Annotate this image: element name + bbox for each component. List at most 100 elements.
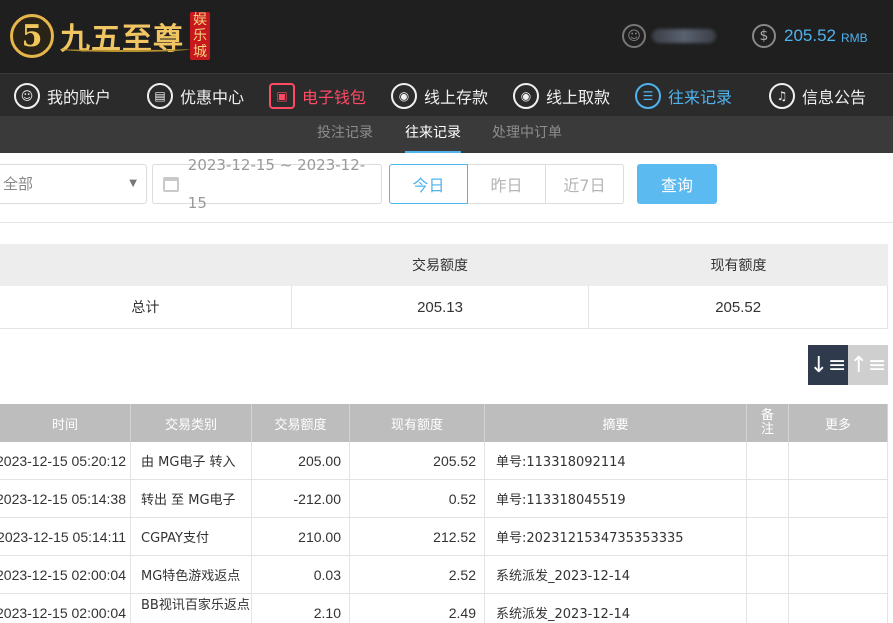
site-logo[interactable]: 5 九五至尊 娱 乐 城 [10, 8, 210, 64]
table-row[interactable]: 2023-12-15 05:14:11 CGPAY支付 210.00 212.5… [0, 518, 888, 556]
cell-amount: 2.10 [252, 594, 350, 623]
summary-header: 交易额度 现有额度 [0, 244, 888, 286]
nav-item-my-account[interactable]: ☺ 我的账户 [14, 74, 111, 117]
sort-descending-button[interactable]: ↓≡ [808, 345, 848, 385]
cell-summary: 系统派发_2023-12-14 [485, 556, 747, 593]
query-button[interactable]: 查询 [637, 164, 717, 204]
cell-balance: 2.52 [350, 556, 485, 593]
cell-balance: 0.52 [350, 480, 485, 517]
nav-item-e-wallet[interactable]: ▣ 电子钱包 [269, 74, 366, 117]
quick-date-group: 今日 昨日 近7日 [389, 164, 624, 204]
sub-nav: 投注记录 往来记录 处理中订单 [0, 116, 893, 153]
col-header-note[interactable]: 备注 [747, 404, 789, 442]
cell-note [747, 556, 789, 593]
cell-amount: 210.00 [252, 518, 350, 555]
nav-item-announcements[interactable]: ♫ 信息公告 [769, 74, 866, 117]
user-avatar-icon: ☺ [622, 24, 646, 48]
cell-more[interactable] [789, 556, 888, 593]
cell-note [747, 480, 789, 517]
calendar-icon [163, 176, 179, 192]
cell-balance: 212.52 [350, 518, 485, 555]
tab-transaction-records[interactable]: 往来记录 [405, 116, 461, 153]
summary-header-cell: 现有额度 [710, 258, 767, 274]
col-header-time[interactable]: 时间 [0, 404, 131, 442]
date-range-value: 2023-12-15 ~ 2023-12-15 [187, 156, 366, 212]
balance-unit: RMB [841, 30, 868, 45]
type-select-value: 全部 [3, 175, 34, 193]
record-icon: ☰ [635, 82, 661, 109]
cell-amount: 205.00 [252, 442, 350, 479]
dollar-icon: $ [752, 24, 776, 48]
yesterday-button[interactable]: 昨日 [467, 164, 546, 204]
deposit-icon: ◉ [391, 82, 417, 109]
table-row[interactable]: 2023-12-15 02:00:04 MG特色游戏返点 0.03 2.52 系… [0, 556, 888, 594]
records-table: 时间 交易类别 交易额度 现有额度 摘要 备注 更多 2023-12-15 05… [0, 404, 888, 623]
cell-more[interactable] [789, 518, 888, 555]
date-range-input[interactable]: 2023-12-15 ~ 2023-12-15 [152, 156, 382, 212]
summary-table: 交易额度 现有额度 总计 205.13 205.52 [0, 244, 888, 329]
nav-label: 往来记录 [668, 87, 733, 107]
cell-type: 由 MG电子 转入 [131, 442, 252, 479]
cell-more[interactable] [789, 442, 888, 479]
cell-type: BB视讯百家乐返点 [131, 594, 252, 623]
sort-descending-icon: ↓≡ [809, 352, 847, 378]
username-masked [652, 29, 716, 43]
cell-summary: 系统派发_2023-12-14 [485, 594, 747, 623]
table-row[interactable]: 2023-12-15 05:14:38 转出 至 MG电子 -212.00 0.… [0, 480, 888, 518]
balance-value: 205.52 [784, 26, 836, 45]
cell-note [747, 442, 789, 479]
table-row[interactable]: 2023-12-15 02:00:04 BB视讯百家乐返点 2.10 2.49 … [0, 594, 888, 623]
cell-type: 转出 至 MG电子 [131, 480, 252, 517]
col-header-balance[interactable]: 现有额度 [350, 404, 485, 442]
summary-total-label: 总计 [131, 300, 160, 316]
cell-more[interactable] [789, 480, 888, 517]
cell-time: 2023-12-15 02:00:04 [0, 594, 131, 623]
summary-total-amount: 205.13 [290, 286, 589, 328]
cell-note [747, 594, 789, 623]
summary-header-cell: 交易额度 [412, 258, 468, 274]
wallet-balance: $ 205.52 RMB [752, 24, 868, 48]
nav-item-transaction-records[interactable]: ☰ 往来记录 [635, 74, 732, 117]
nav-label: 电子钱包 [302, 87, 367, 107]
cell-type: CGPAY支付 [131, 518, 252, 555]
cell-amount: 0.03 [252, 556, 350, 593]
cell-type: MG特色游戏返点 [131, 556, 252, 593]
logo-badge: 5 [10, 14, 54, 58]
nav-item-online-withdraw[interactable]: ◉ 线上取款 [513, 74, 610, 117]
nav-item-promotions[interactable]: ▤ 优惠中心 [147, 74, 244, 117]
col-header-type[interactable]: 交易类别 [131, 404, 252, 442]
col-header-summary[interactable]: 摘要 [485, 404, 747, 442]
logo-tag: 娱 乐 城 [190, 12, 210, 60]
nav-item-online-deposit[interactable]: ◉ 线上存款 [391, 74, 488, 117]
bell-icon: ♫ [769, 82, 795, 109]
logo-tag-char: 乐 [193, 28, 207, 44]
wallet-icon: ▣ [269, 82, 295, 109]
col-header-more[interactable]: 更多 [789, 404, 888, 442]
cell-more[interactable] [789, 594, 888, 623]
cell-summary: 单号:113318092114 [485, 442, 747, 479]
table-row[interactable]: 2023-12-15 05:20:12 由 MG电子 转入 205.00 205… [0, 442, 888, 480]
cell-summary: 单号:2023121534735353335 [485, 518, 747, 555]
cell-time: 2023-12-15 05:14:38 [0, 480, 131, 517]
col-header-amount[interactable]: 交易额度 [252, 404, 350, 442]
cell-note [747, 518, 789, 555]
cell-summary: 单号:113318045519 [485, 480, 747, 517]
last-7-days-button[interactable]: 近7日 [545, 164, 624, 204]
section-divider [0, 222, 893, 223]
today-button[interactable]: 今日 [389, 164, 468, 204]
nav-label: 优惠中心 [180, 87, 245, 107]
col-header-note-text: 备注 [760, 408, 774, 437]
user-account[interactable]: ☺ [622, 24, 716, 48]
withdraw-icon: ◉ [513, 82, 539, 109]
sort-ascending-button[interactable]: ↑≡ [848, 345, 888, 385]
nav-label: 线上存款 [424, 87, 489, 107]
cell-time: 2023-12-15 02:00:04 [0, 556, 131, 593]
type-select[interactable]: 全部 ▼ [0, 164, 147, 204]
top-header: 5 九五至尊 娱 乐 城 ☺ $ 205.52 RMB [0, 0, 893, 73]
nav-label: 我的账户 [47, 87, 112, 107]
gift-icon: ▤ [147, 82, 173, 109]
nav-label: 线上取款 [546, 87, 611, 107]
logo-tag-char: 娱 [193, 12, 207, 28]
tab-pending-orders[interactable]: 处理中订单 [492, 116, 562, 153]
summary-total-row: 总计 205.13 205.52 [0, 286, 888, 329]
